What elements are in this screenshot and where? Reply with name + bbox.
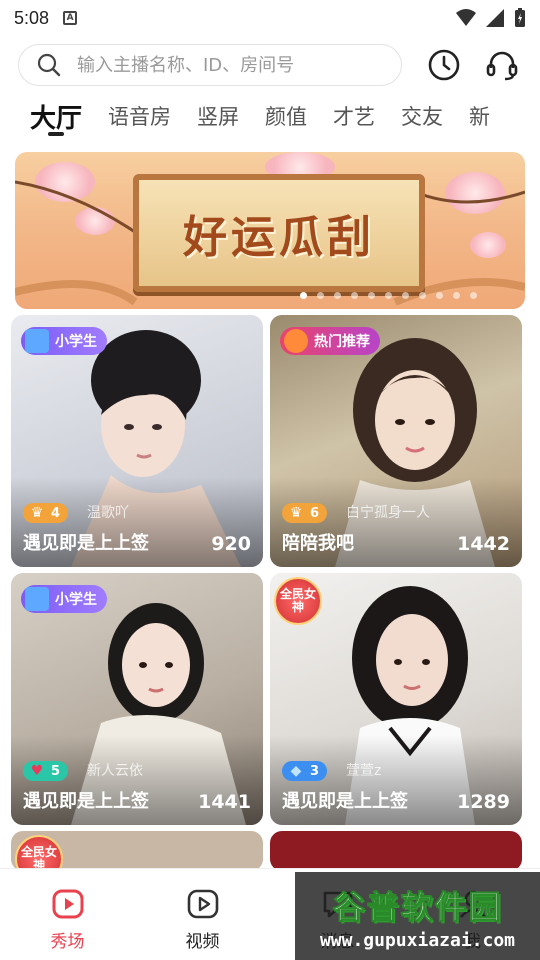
viewer-count: 1289 bbox=[457, 791, 510, 813]
live-room-card[interactable] bbox=[270, 831, 522, 871]
status-bar: 5:08 A bbox=[0, 0, 540, 36]
student-tag: 小学生 bbox=[21, 585, 107, 613]
live-room-card[interactable]: 全民女神 bbox=[11, 831, 263, 871]
level-value: 4 bbox=[51, 505, 61, 521]
pagination-dot bbox=[419, 292, 426, 299]
battery-icon bbox=[515, 8, 525, 27]
play-circle-icon bbox=[52, 889, 83, 919]
pagination-dot bbox=[334, 292, 341, 299]
host-name: 温歌吖 bbox=[87, 505, 129, 521]
live-room-card[interactable]: 小学生 ♥ 5 新人云依 遇见即是上上签 1441 bbox=[11, 573, 263, 825]
nav-show[interactable]: 秀场 bbox=[0, 869, 135, 960]
diamond-icon: ◆ bbox=[290, 763, 302, 779]
banner-board: 好运瓜刮 bbox=[133, 174, 425, 292]
headset-icon bbox=[486, 51, 518, 81]
watermark-url: www.gupuxiazai.com bbox=[319, 929, 516, 951]
tab-lobby[interactable]: 大厅 bbox=[30, 92, 82, 140]
nav-label: 秀场 bbox=[50, 932, 85, 952]
a-icon: A bbox=[63, 11, 78, 25]
pagination-dot bbox=[317, 292, 324, 299]
tab-friends[interactable]: 交友 bbox=[401, 92, 443, 140]
host-name: 新人云依 bbox=[87, 763, 143, 779]
host-name: 白宁孤身一人 bbox=[346, 505, 430, 521]
level-badge: ♛ 6 bbox=[282, 503, 328, 523]
search-icon bbox=[37, 53, 61, 77]
service-button[interactable] bbox=[482, 45, 522, 85]
clock-icon bbox=[428, 49, 460, 81]
tab-new[interactable]: 新 bbox=[469, 92, 490, 140]
search-row bbox=[18, 43, 522, 87]
history-button[interactable] bbox=[424, 45, 464, 85]
tab-looks[interactable]: 颜值 bbox=[265, 92, 307, 140]
room-title: 遇见即是上上签 bbox=[282, 791, 408, 812]
wifi-icon bbox=[456, 9, 476, 26]
badge-label: 全民女神 bbox=[280, 587, 317, 614]
host-name: 萱萱z bbox=[346, 763, 382, 779]
video-play-icon bbox=[187, 889, 218, 919]
promo-banner[interactable]: 好运瓜刮 bbox=[15, 152, 525, 309]
site-watermark: 谷普软件园 www.gupuxiazai.com bbox=[295, 872, 540, 960]
tag-label: 热门推荐 bbox=[314, 334, 370, 350]
level-badge: ♥ 5 bbox=[23, 761, 69, 781]
pagination-dot bbox=[300, 292, 307, 299]
nav-video[interactable]: 视频 bbox=[135, 869, 270, 960]
crown-icon: ♛ bbox=[30, 505, 44, 521]
tab-voice-room[interactable]: 语音房 bbox=[108, 92, 171, 140]
pagination-dot bbox=[436, 292, 443, 299]
level-badge: ♛ 4 bbox=[23, 503, 69, 523]
viewer-count: 1442 bbox=[457, 533, 510, 555]
tag-label: 小学生 bbox=[55, 334, 97, 350]
search-box[interactable] bbox=[18, 44, 402, 86]
book-icon bbox=[25, 329, 49, 353]
status-indicators bbox=[456, 8, 526, 28]
live-room-card[interactable]: 热门推荐 ♛ 6 白宁孤身一人 陪陪我吧 1442 bbox=[270, 315, 522, 567]
hot-tag: 热门推荐 bbox=[280, 327, 380, 355]
pagination-dot bbox=[368, 292, 375, 299]
banner-pagination bbox=[300, 292, 477, 299]
student-tag: 小学生 bbox=[21, 327, 107, 355]
room-title: 陪陪我吧 bbox=[282, 533, 354, 554]
level-value: 6 bbox=[310, 505, 320, 521]
watermark-title: 谷普软件园 bbox=[332, 887, 503, 926]
goddess-badge: 全民女神 bbox=[15, 835, 63, 871]
status-time: 5:08 bbox=[14, 7, 50, 28]
category-tabs: 大厅 语音房 竖屏 颜值 才艺 交友 新 bbox=[0, 92, 540, 140]
level-value: 5 bbox=[51, 763, 61, 779]
viewer-count: 1441 bbox=[198, 791, 251, 813]
pagination-dot bbox=[385, 292, 392, 299]
banner-title: 好运瓜刮 bbox=[183, 212, 375, 263]
live-room-card[interactable]: 小学生 ♛ 4 温歌吖 遇见即是上上签 920 bbox=[11, 315, 263, 567]
live-room-card[interactable]: 全民女神 ◆ 3 萱萱z 遇见即是上上签 1289 bbox=[270, 573, 522, 825]
level-value: 3 bbox=[310, 763, 320, 779]
nav-label: 视频 bbox=[185, 932, 220, 952]
pagination-dot bbox=[453, 292, 460, 299]
search-input[interactable] bbox=[77, 54, 377, 76]
tab-vertical[interactable]: 竖屏 bbox=[197, 92, 239, 140]
tag-label: 小学生 bbox=[55, 592, 97, 608]
cellular-icon bbox=[486, 9, 504, 27]
viewer-count: 920 bbox=[211, 533, 251, 555]
crown-icon: ♛ bbox=[289, 505, 303, 521]
tab-talent[interactable]: 才艺 bbox=[333, 92, 375, 140]
fire-icon bbox=[284, 329, 308, 353]
pagination-dot bbox=[402, 292, 409, 299]
room-title: 遇见即是上上签 bbox=[23, 791, 149, 812]
pagination-dot bbox=[351, 292, 358, 299]
book-icon bbox=[25, 587, 49, 611]
room-title: 遇见即是上上签 bbox=[23, 533, 149, 554]
level-badge: ◆ 3 bbox=[282, 761, 328, 781]
heart-icon: ♥ bbox=[30, 763, 44, 779]
pagination-dot bbox=[470, 292, 477, 299]
goddess-badge: 全民女神 bbox=[274, 577, 322, 625]
